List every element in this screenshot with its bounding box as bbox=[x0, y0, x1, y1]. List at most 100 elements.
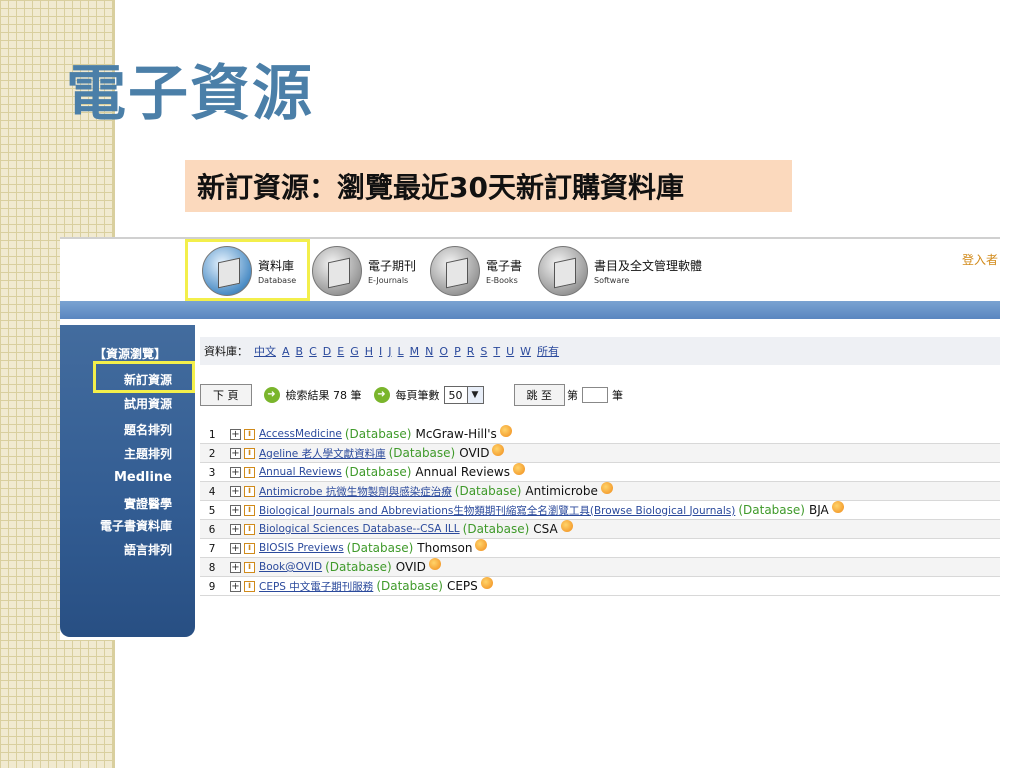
jump-button[interactable]: 跳 至 bbox=[513, 384, 565, 406]
expand-icon[interactable]: + bbox=[230, 523, 241, 535]
database-link[interactable]: BIOSIS Previews bbox=[259, 542, 344, 554]
table-row: 1 + i AccessMedicine (Database) McGraw-Hill's bbox=[200, 425, 1000, 444]
database-link[interactable]: Antimicrobe 抗微生物製劑與感染症治療 bbox=[259, 484, 452, 499]
alphabet-link[interactable]: S bbox=[480, 345, 487, 358]
alphabet-link[interactable]: G bbox=[350, 345, 359, 358]
header-blue-bar bbox=[60, 301, 1000, 319]
alphabet-link[interactable]: 所有 bbox=[537, 345, 559, 358]
alphabet-link[interactable]: E bbox=[337, 345, 344, 358]
info-icon[interactable]: i bbox=[244, 428, 255, 440]
sidebar-item-title[interactable]: 題名排列 bbox=[60, 421, 172, 438]
new-badge-icon bbox=[831, 501, 844, 513]
table-row: 4 + i Antimicrobe 抗微生物製劑與感染症治療 (Database) Ant… bbox=[200, 482, 1000, 501]
new-badge-icon bbox=[560, 520, 573, 532]
info-icon[interactable]: i bbox=[244, 523, 255, 535]
expand-icon[interactable]: + bbox=[230, 561, 241, 573]
nav-ejournals-en: E-Journals bbox=[368, 276, 409, 285]
vendor-name: BJA bbox=[808, 503, 829, 517]
alphabet-link[interactable]: L bbox=[398, 345, 404, 358]
main-content: 資料庫： 中文 A B C D E G H I J L M N O P R S T U W 所有 下 頁 ➜ 檢索結果 … bbox=[200, 337, 1000, 637]
nav-ejournals-label: 電子期刊 bbox=[368, 259, 417, 273]
alphabet-link[interactable]: R bbox=[467, 345, 475, 358]
new-badge-icon bbox=[499, 425, 512, 437]
alphabet-link[interactable]: M bbox=[410, 345, 420, 358]
alphabet-link[interactable]: I bbox=[379, 345, 382, 358]
info-icon[interactable]: i bbox=[244, 466, 255, 478]
alphabet-links: 中文 A B C D E G H I J L M N O P R S T U W 所有 bbox=[248, 343, 559, 359]
info-icon[interactable]: i bbox=[244, 542, 255, 554]
alphabet-link[interactable]: N bbox=[425, 345, 433, 358]
database-link[interactable]: AccessMedicine bbox=[259, 428, 342, 440]
table-row: 7 + i BIOSIS Previews (Database) Thomson bbox=[200, 539, 1000, 558]
expand-icon[interactable]: + bbox=[230, 466, 241, 478]
next-page-button[interactable]: 下 頁 bbox=[200, 384, 252, 406]
new-badge-icon bbox=[513, 463, 525, 475]
per-page-label: 每頁筆數 bbox=[395, 389, 440, 402]
database-link[interactable]: Book@OVID bbox=[259, 561, 322, 573]
row-number: 3 bbox=[208, 465, 216, 479]
expand-icon[interactable]: + bbox=[230, 428, 241, 440]
sidebar-item-trial[interactable]: 試用資源 bbox=[60, 395, 172, 412]
info-icon[interactable]: i bbox=[244, 561, 255, 573]
row-number: 1 bbox=[208, 427, 216, 441]
nav-ebooks[interactable]: 電子書 E-Books bbox=[430, 241, 522, 301]
sidebar-item-subject[interactable]: 主題排列 bbox=[60, 445, 172, 462]
database-link[interactable]: Annual Reviews bbox=[259, 466, 342, 478]
alphabet-link[interactable]: J bbox=[388, 345, 391, 358]
info-icon[interactable]: i bbox=[244, 447, 255, 459]
database-link[interactable]: Biological Journals and Abbreviations生物類… bbox=[259, 503, 735, 518]
journal-icon bbox=[312, 246, 362, 296]
ebook-icon bbox=[430, 246, 480, 296]
embedded-screenshot: 資料庫 Database 電子期刊 E-Journals 電子書 E-Books bbox=[60, 237, 1000, 640]
vendor-name: CSA bbox=[533, 522, 558, 536]
alphabet-label: 資料庫： bbox=[204, 345, 248, 358]
vendor-name: Thomson bbox=[417, 541, 473, 555]
top-nav-bar: 資料庫 Database 電子期刊 E-Journals 電子書 E-Books bbox=[60, 237, 1000, 301]
info-icon[interactable]: i bbox=[244, 504, 255, 516]
login-link[interactable]: 登入者 bbox=[962, 251, 998, 268]
jump-input[interactable] bbox=[582, 387, 608, 403]
row-number: 4 bbox=[208, 484, 216, 498]
row-number: 8 bbox=[208, 560, 216, 574]
sidebar-item-ebook-db[interactable]: 電子書資料庫 bbox=[60, 517, 172, 534]
sidebar-item-ebm[interactable]: 實證醫學 bbox=[60, 495, 172, 512]
expand-icon[interactable]: + bbox=[230, 580, 241, 592]
alphabet-link[interactable]: O bbox=[439, 345, 448, 358]
alphabet-link[interactable]: W bbox=[520, 345, 531, 358]
alphabet-link[interactable]: P bbox=[454, 345, 461, 358]
alphabet-link[interactable]: T bbox=[493, 345, 500, 358]
alphabet-link[interactable]: A bbox=[282, 345, 290, 358]
vendor-name: Antimicrobe bbox=[525, 484, 598, 498]
expand-icon[interactable]: + bbox=[230, 485, 241, 497]
new-badge-icon bbox=[492, 444, 505, 456]
slide-subtitle: 新訂資源：瀏覽最近30天新訂購資料庫 bbox=[197, 171, 684, 204]
alphabet-link[interactable]: 中文 bbox=[254, 345, 276, 358]
sidebar-item-language[interactable]: 語言排列 bbox=[60, 541, 172, 558]
table-row: 2 + i Ageline 老人學文獻資料庫 (Database) OVID bbox=[200, 444, 1000, 463]
vendor-name: Annual Reviews bbox=[415, 465, 510, 479]
alphabet-link[interactable]: B bbox=[296, 345, 304, 358]
expand-icon[interactable]: + bbox=[230, 447, 241, 459]
database-link[interactable]: CEPS 中文電子期刊服務 bbox=[259, 579, 373, 594]
resource-type: (Database) bbox=[344, 427, 412, 441]
nav-ejournals[interactable]: 電子期刊 E-Journals bbox=[312, 241, 416, 301]
database-link[interactable]: Ageline 老人學文獻資料庫 bbox=[259, 446, 386, 461]
jump-suffix: 筆 bbox=[612, 389, 623, 402]
expand-icon[interactable]: + bbox=[230, 504, 241, 516]
row-number: 2 bbox=[208, 446, 216, 460]
alphabet-bar: 資料庫： 中文 A B C D E G H I J L M N O P R S T U W 所有 bbox=[200, 337, 1000, 365]
results-list: 1 + i AccessMedicine (Database) McGraw-Hill's… bbox=[200, 425, 1000, 596]
nav-software[interactable]: 書目及全文管理軟體 Software bbox=[538, 241, 702, 301]
expand-icon[interactable]: + bbox=[230, 542, 241, 554]
database-link[interactable]: Biological Sciences Database--CSA ILL bbox=[259, 523, 460, 535]
vendor-name: CEPS bbox=[446, 579, 478, 593]
alphabet-link[interactable]: U bbox=[506, 345, 514, 358]
alphabet-link[interactable]: C bbox=[309, 345, 317, 358]
info-icon[interactable]: i bbox=[244, 580, 255, 592]
resource-type: (Database) bbox=[325, 560, 392, 574]
sidebar-item-medline[interactable]: Medline bbox=[60, 470, 172, 485]
alphabet-link[interactable]: H bbox=[365, 345, 373, 358]
info-icon[interactable]: i bbox=[244, 485, 255, 497]
per-page-select[interactable]: 50 ▼ bbox=[443, 386, 484, 404]
alphabet-link[interactable]: D bbox=[323, 345, 331, 358]
